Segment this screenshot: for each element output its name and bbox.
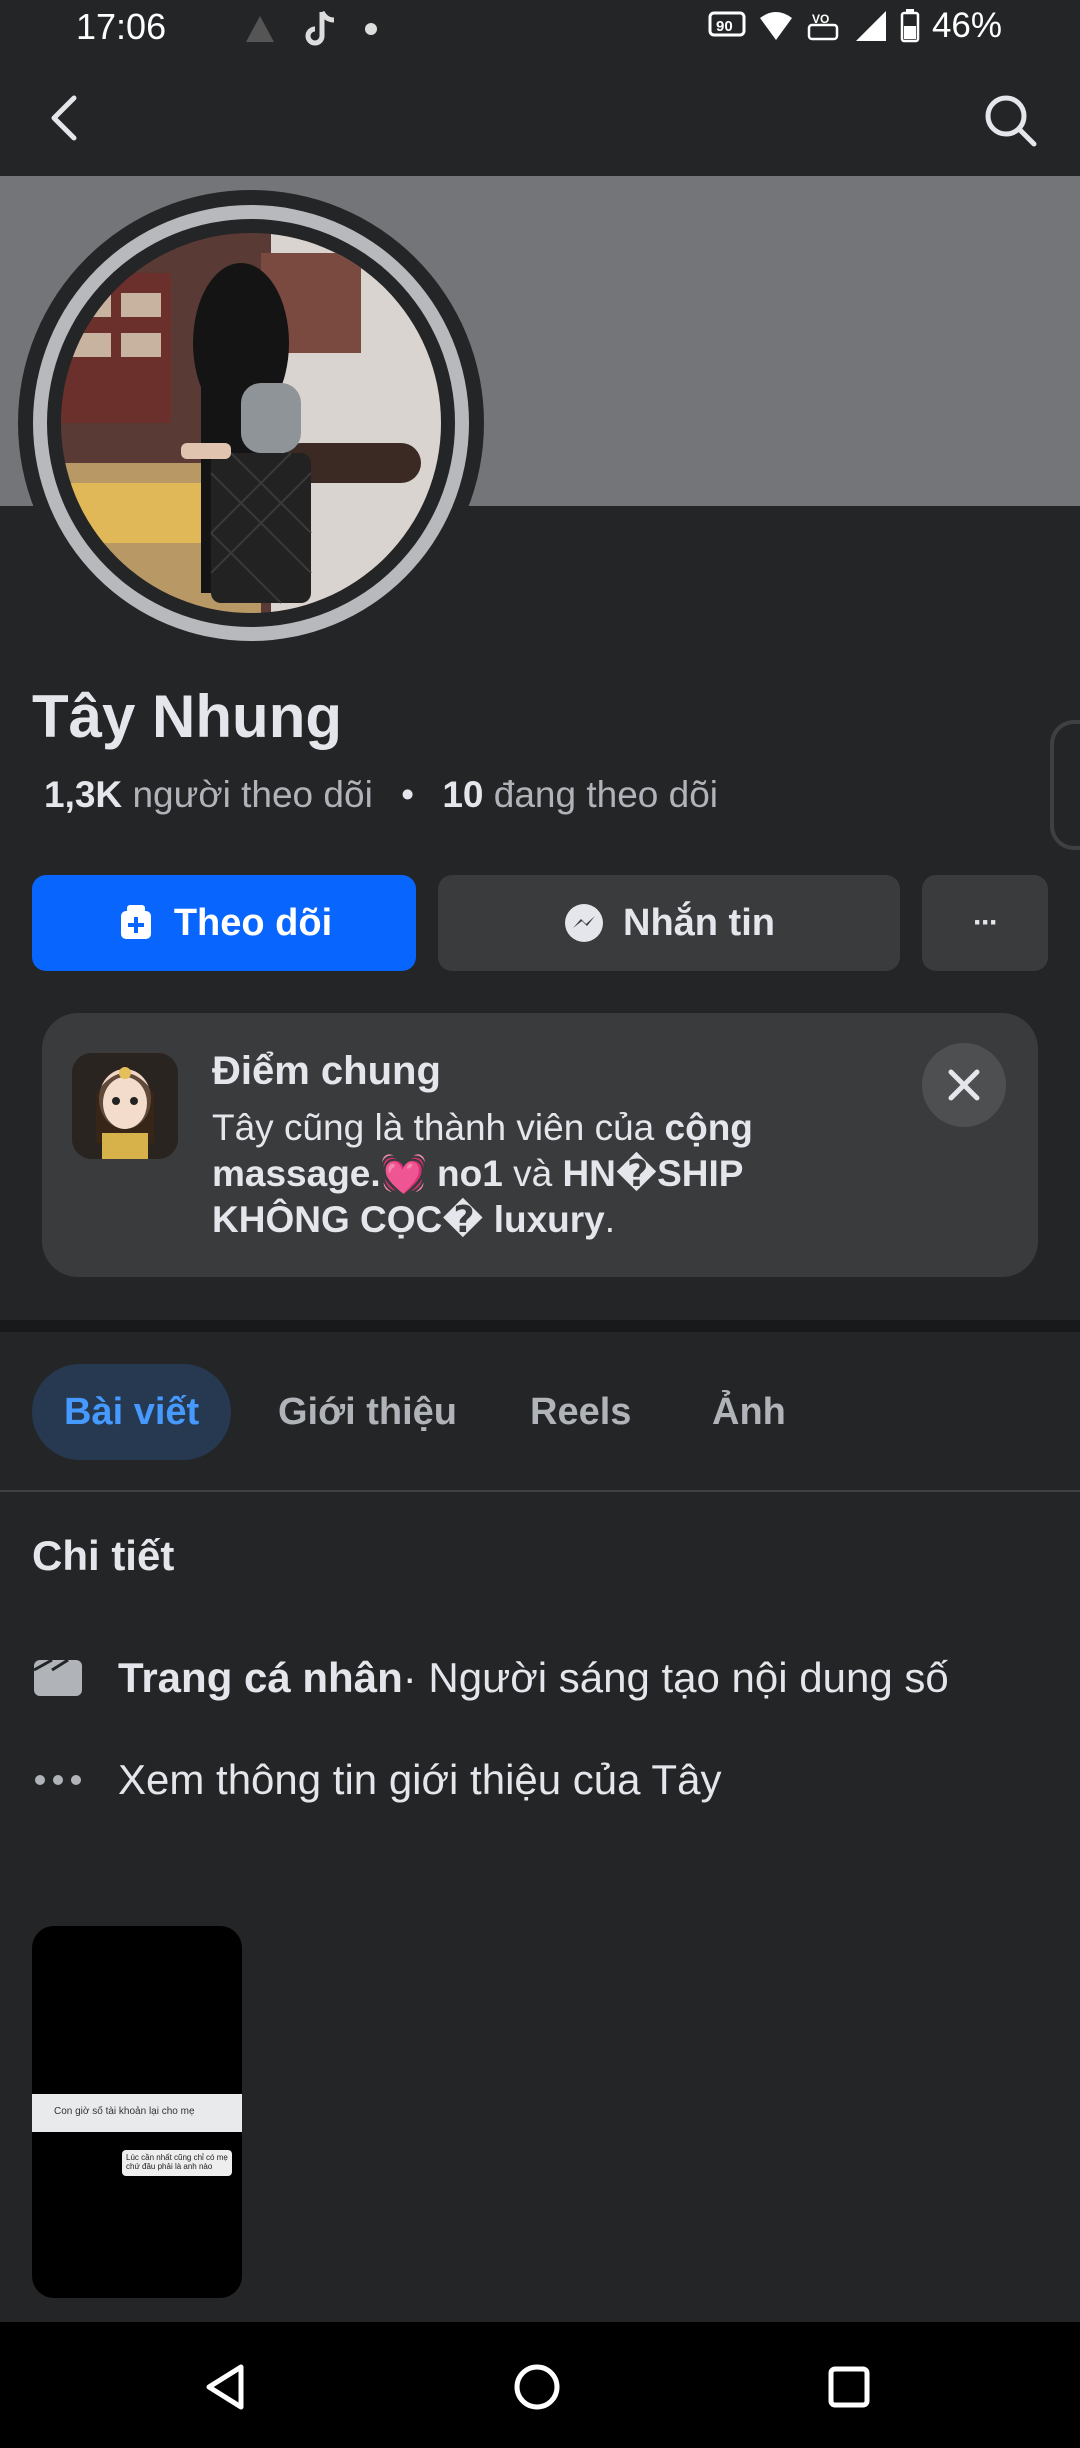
mutual-groups-card[interactable]: Điểm chung Tây cũng là thành viên của cộ…	[42, 1013, 1038, 1277]
message-label: Nhắn tin	[623, 901, 775, 944]
following-count: 10	[442, 774, 484, 815]
featured-reel-thumbnail[interactable]: Con giờ số tài khoản lại cho mẹ Lúc cần …	[32, 1926, 242, 2298]
hd-voice-icon: 90	[708, 11, 746, 37]
tab-about[interactable]: Giới thiệu	[278, 1364, 457, 1460]
triangle-back-icon	[206, 2364, 244, 2410]
search-button[interactable]	[980, 90, 1040, 150]
battery-icon	[900, 9, 920, 43]
tab-photos[interactable]: Ảnh	[712, 1364, 786, 1460]
svg-text:90: 90	[716, 18, 733, 35]
follow-label: Theo dõi	[173, 901, 333, 944]
profile-name: Tây Nhung	[32, 683, 342, 750]
close-card-button[interactable]	[922, 1043, 1006, 1127]
status-time: 17:06	[76, 6, 167, 47]
mutual-description: Tây cũng là thành viên của cộng massage.…	[212, 1107, 753, 1240]
more-options-button[interactable]: ···	[922, 875, 1048, 971]
tabs-divider	[0, 1490, 1080, 1492]
top-navigation	[0, 60, 1080, 176]
tab-posts[interactable]: Bài viết	[32, 1364, 232, 1460]
followers-label: người theo dõi	[132, 774, 373, 815]
search-icon	[985, 95, 1037, 147]
stats-separator: •	[401, 774, 415, 815]
notification-icon	[246, 16, 274, 42]
see-about-info-link[interactable]: Xem thông tin giới thiệu của Tây	[32, 1756, 721, 1804]
add-follow-icon	[120, 905, 151, 939]
reel-message-bar: Con giờ số tài khoản lại cho mẹ	[32, 2094, 242, 2132]
mutual-title: Điểm chung	[212, 1049, 441, 1093]
reel-text-1: Con giờ số tài khoản lại cho mẹ	[54, 2106, 195, 2117]
section-divider	[0, 1320, 1080, 1332]
profile-avatar[interactable]	[61, 233, 441, 613]
messenger-icon	[565, 904, 603, 942]
status-left-icons	[242, 10, 378, 48]
follow-button[interactable]: Theo dõi	[32, 875, 416, 971]
status-right-icons: 90 VO 46%	[708, 6, 1002, 46]
volte-icon: VO	[807, 12, 839, 41]
back-button[interactable]	[40, 90, 96, 146]
message-button[interactable]: Nhắn tin	[438, 875, 900, 971]
tiktok-icon	[305, 10, 335, 46]
mutual-avatar	[72, 1053, 178, 1159]
detail-page-label: Trang cá nhân	[118, 1654, 403, 1701]
side-drawer-handle[interactable]	[1050, 720, 1080, 850]
tab-reels[interactable]: Reels	[530, 1364, 631, 1460]
system-back-button[interactable]	[190, 2352, 260, 2422]
dot-icon	[365, 23, 377, 35]
details-heading: Chi tiết	[32, 1532, 175, 1579]
followers-count: 1,3K	[44, 774, 123, 815]
page-icon	[32, 1658, 84, 1698]
detail-page-category: · Người sáng tạo nội dung số	[402, 1654, 949, 1701]
system-navigation-bar	[0, 2322, 1080, 2448]
see-about-info-label: Xem thông tin giới thiệu của Tây	[118, 1756, 722, 1803]
detail-page-type: Trang cá nhân · Người sáng tạo nội dung …	[32, 1654, 949, 1702]
following-label: đang theo dõi	[493, 774, 719, 815]
circle-home-icon	[514, 2364, 560, 2410]
square-recents-icon	[828, 2366, 870, 2408]
avatar-image	[61, 233, 441, 613]
reel-text-2: Lúc cần nhất cũng chỉ có mẹ chứ đâu phải…	[122, 2150, 232, 2176]
svg-text:VO: VO	[812, 12, 829, 26]
profile-tabs: Bài viết Giới thiệu Reels Ảnh	[0, 1364, 1080, 1460]
wifi-icon	[759, 12, 792, 40]
more-icon: ···	[973, 906, 999, 939]
signal-icon	[855, 11, 886, 41]
status-bar: 17:06 90 VO 46%	[0, 0, 1080, 60]
system-recents-button[interactable]	[814, 2352, 884, 2422]
follow-stats[interactable]: 1,3K người theo dõi • 10 đang theo dõi	[44, 774, 718, 816]
battery-percent: 46%	[931, 6, 1002, 45]
close-icon	[948, 1069, 980, 1101]
more-dots-icon	[32, 1760, 84, 1800]
back-arrow-icon	[51, 95, 77, 141]
system-home-button[interactable]	[502, 2352, 572, 2422]
